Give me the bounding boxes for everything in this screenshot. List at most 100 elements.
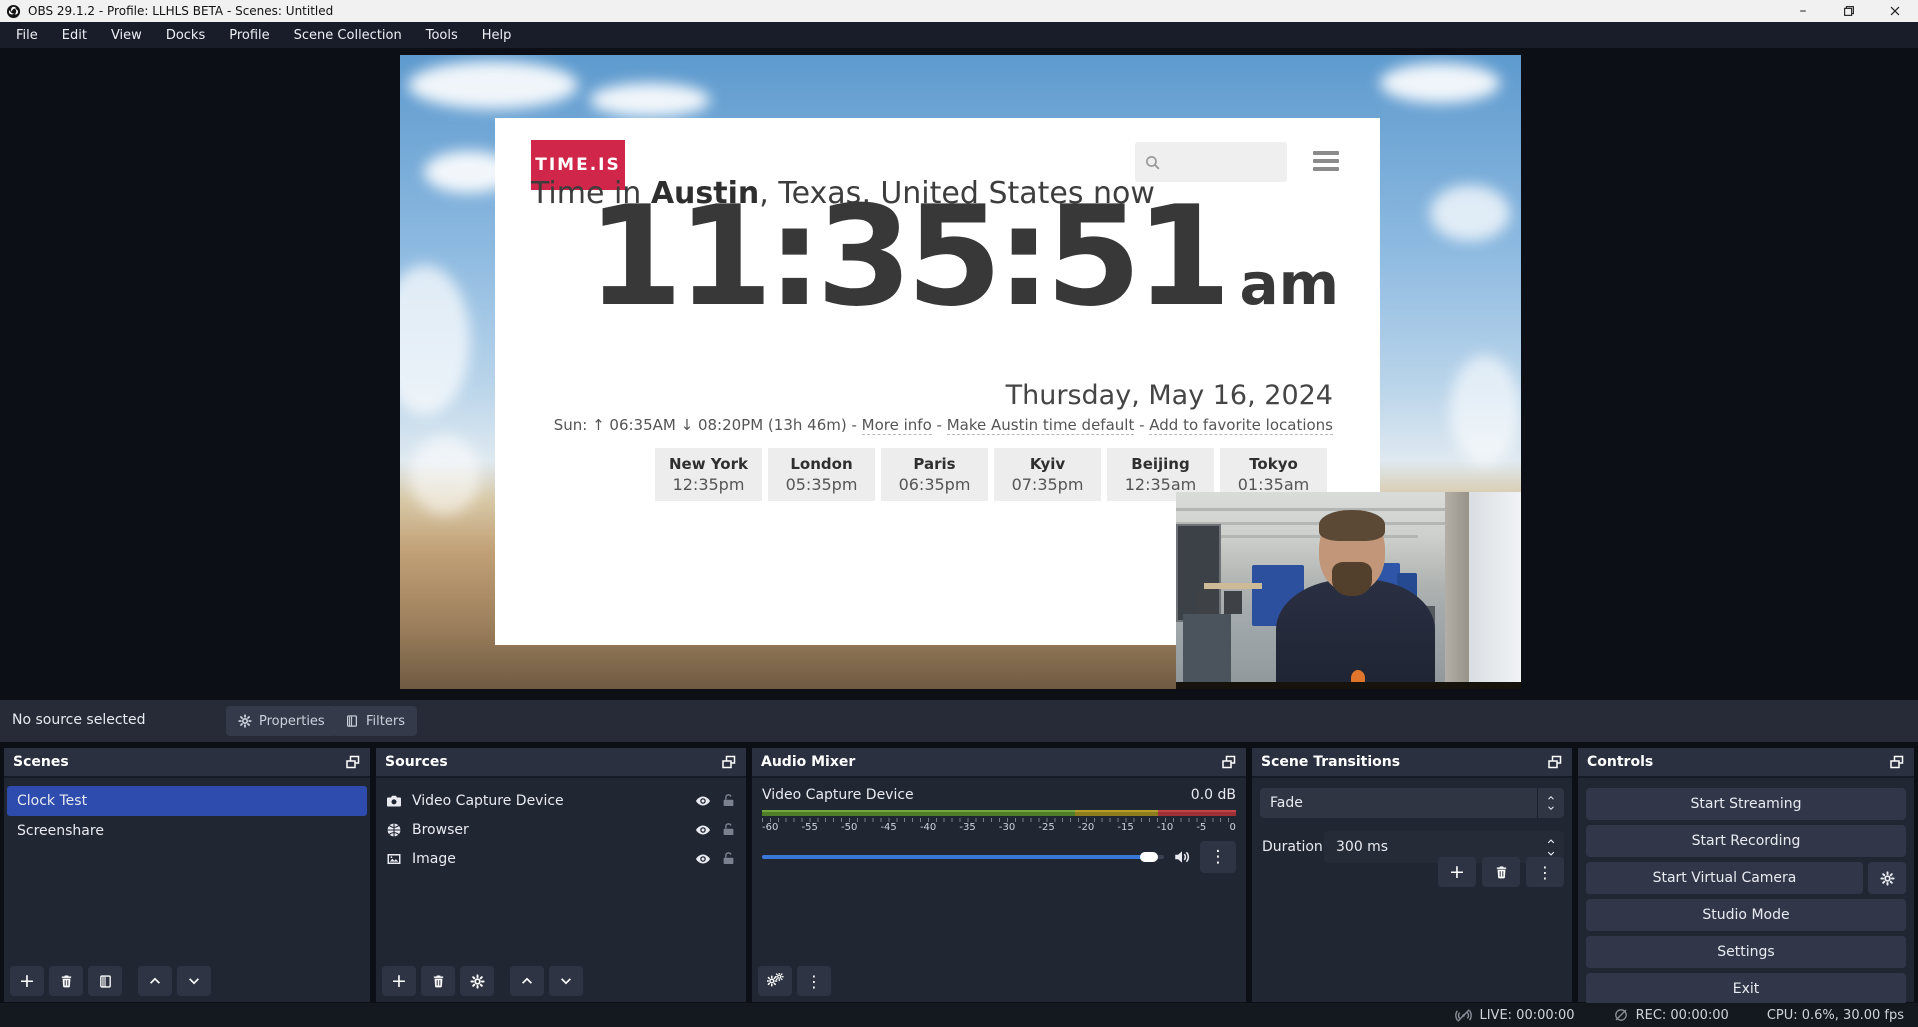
volume-slider-handle[interactable] <box>1140 852 1158 862</box>
mixer-channel-menu-button[interactable]: ⋮ <box>1200 841 1236 873</box>
controls-panel-title: Controls <box>1587 754 1653 770</box>
scene-filters-button[interactable] <box>88 966 122 996</box>
office-chair <box>1224 591 1241 615</box>
current-date: Thursday, May 16, 2024 <box>1006 380 1333 411</box>
close-button[interactable] <box>1872 0 1918 22</box>
unlock-icon[interactable] <box>721 822 736 837</box>
gear-icon <box>238 714 252 728</box>
eye-icon[interactable] <box>695 793 711 809</box>
advanced-audio-button[interactable] <box>758 966 792 996</box>
scene-down-button[interactable] <box>177 966 211 996</box>
transition-select-arrows[interactable] <box>1537 788 1564 818</box>
program-preview[interactable]: TIME.IS Time in Austin, Texas, United St… <box>400 55 1521 689</box>
meter-tick-labels: -60-55-50-45-40-35-30-25-20-15-10-50 <box>762 822 1236 833</box>
minimize-button[interactable]: – <box>1780 0 1826 22</box>
controls-panel: Controls Start Streaming Start Recording… <box>1578 748 1914 1002</box>
trash-icon <box>1494 865 1509 880</box>
remove-scene-button[interactable] <box>49 966 83 996</box>
camera-icon <box>386 793 402 809</box>
audio-mixer-title: Audio Mixer <box>761 754 855 770</box>
image-icon <box>386 851 402 867</box>
settings-button[interactable]: Settings <box>1586 936 1906 968</box>
virtual-camera-settings-button[interactable] <box>1868 862 1906 894</box>
title-bar: OBS 29.1.2 - Profile: LLHLS BETA - Scene… <box>0 0 1918 22</box>
source-up-button[interactable] <box>510 966 544 996</box>
menu-profile[interactable]: Profile <box>217 28 281 43</box>
spin-up-icon[interactable] <box>1545 837 1557 846</box>
transition-select[interactable]: Fade <box>1260 788 1564 818</box>
city-newyork: New York12:35pm <box>655 448 762 501</box>
window-title: OBS 29.1.2 - Profile: LLHLS BETA - Scene… <box>28 4 333 18</box>
scene-up-button[interactable] <box>138 966 172 996</box>
restore-button[interactable] <box>1826 0 1872 22</box>
add-transition-button[interactable]: + <box>1438 857 1476 887</box>
remove-source-button[interactable] <box>421 966 455 996</box>
menu-file[interactable]: File <box>4 28 50 43</box>
unlock-icon[interactable] <box>721 851 736 866</box>
sources-panel-title: Sources <box>385 754 448 770</box>
start-recording-button[interactable]: Start Recording <box>1586 825 1906 857</box>
studio-mode-button[interactable]: Studio Mode <box>1586 899 1906 931</box>
eye-icon[interactable] <box>695 822 711 838</box>
menu-bar: File Edit View Docks Profile Scene Colle… <box>0 22 1918 48</box>
menu-help[interactable]: Help <box>470 28 524 43</box>
gear-icon <box>470 974 485 989</box>
start-virtual-camera-button[interactable]: Start Virtual Camera <box>1586 862 1863 894</box>
source-row-video-capture[interactable]: Video Capture Device <box>376 786 746 815</box>
city-london: London05:35pm <box>768 448 875 501</box>
cloud <box>400 265 470 415</box>
mixer-menu-button[interactable]: ⋮ <box>797 966 831 996</box>
chevron-down-icon <box>559 974 573 988</box>
popout-icon[interactable] <box>1547 754 1563 770</box>
transition-menu-button[interactable]: ⋮ <box>1526 857 1564 887</box>
menu-tools[interactable]: Tools <box>414 28 470 43</box>
stream-inactive-icon <box>1455 1007 1472 1024</box>
add-source-button[interactable]: + <box>382 966 416 996</box>
scenes-panel-title: Scenes <box>13 754 69 770</box>
popout-icon[interactable] <box>1221 754 1237 770</box>
menu-docks[interactable]: Docks <box>154 28 217 43</box>
clock-display: 11:35:51 am <box>587 188 1339 326</box>
clock-time: 11:35:51 <box>587 188 1226 326</box>
exit-button[interactable]: Exit <box>1586 973 1906 1005</box>
start-streaming-button[interactable]: Start Streaming <box>1586 788 1906 820</box>
source-down-button[interactable] <box>549 966 583 996</box>
source-row-image[interactable]: Image <box>376 844 746 873</box>
office-chair <box>1183 614 1231 689</box>
add-scene-button[interactable]: + <box>10 966 44 996</box>
person-beard <box>1332 562 1373 596</box>
trash-icon <box>431 974 446 989</box>
add-favorite-link: Add to favorite locations <box>1149 416 1333 435</box>
filters-button[interactable]: Filters <box>333 706 417 736</box>
chevron-down-icon <box>187 974 201 988</box>
source-row-browser[interactable]: Browser <box>376 815 746 844</box>
source-properties-button[interactable] <box>460 966 494 996</box>
cloud <box>590 83 710 117</box>
live-time: LIVE: 00:00:00 <box>1479 1008 1574 1023</box>
window-controls: – <box>1780 0 1918 22</box>
menu-view[interactable]: View <box>99 28 154 43</box>
sources-panel: Sources Video Capture Device Browser Ima… <box>376 748 746 1002</box>
popout-icon[interactable] <box>1889 754 1905 770</box>
speaker-icon[interactable] <box>1173 848 1191 866</box>
unlock-icon[interactable] <box>721 793 736 808</box>
webcam-source[interactable] <box>1176 492 1521 689</box>
popout-icon[interactable] <box>345 754 361 770</box>
gear-icon <box>1880 871 1895 886</box>
properties-button[interactable]: Properties <box>226 706 337 736</box>
rec-time: REC: 00:00:00 <box>1636 1008 1729 1023</box>
scenes-panel: Scenes Clock Test Screenshare + <box>4 748 370 1002</box>
trash-icon <box>59 974 74 989</box>
volume-slider[interactable] <box>762 855 1164 859</box>
scene-item-screenshare[interactable]: Screenshare <box>7 816 367 846</box>
eye-icon[interactable] <box>695 851 711 867</box>
popout-icon[interactable] <box>721 754 737 770</box>
scene-item-clock-test[interactable]: Clock Test <box>7 786 367 816</box>
remove-transition-button[interactable] <box>1482 857 1520 887</box>
menu-scene-collection[interactable]: Scene Collection <box>282 28 414 43</box>
office-chair <box>1197 589 1218 617</box>
status-bar: LIVE: 00:00:00 REC: 00:00:00 CPU: 0.6%, … <box>0 1003 1918 1027</box>
chevron-up-icon <box>520 974 534 988</box>
person-head <box>1319 512 1385 593</box>
menu-edit[interactable]: Edit <box>50 28 99 43</box>
